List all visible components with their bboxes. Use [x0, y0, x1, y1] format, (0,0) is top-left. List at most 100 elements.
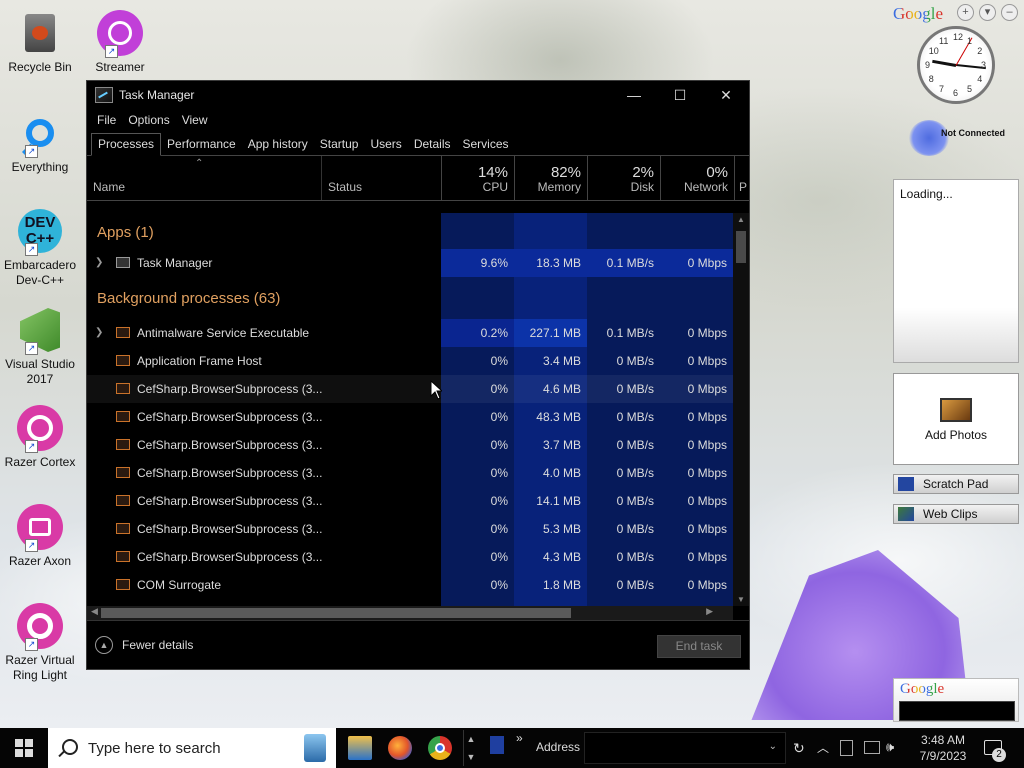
start-button[interactable]	[0, 728, 48, 768]
cpu-value: 0%	[490, 354, 508, 368]
taskbar-search-box[interactable]: Type here to search	[48, 728, 336, 768]
fewer-details-button[interactable]: ▲ Fewer details	[95, 636, 193, 654]
end-task-button[interactable]: End task	[657, 635, 741, 658]
table-row[interactable]: CefSharp.BrowserSubprocess (3... 0% 48.3 M…	[87, 403, 733, 431]
horizontal-scrollbar[interactable]: ◀ ▶	[87, 606, 733, 620]
table-row[interactable]: CefSharp.BrowserSubprocess (3... 0% 4.0 MB…	[87, 459, 733, 487]
loading-gadget: Loading...	[893, 179, 1019, 363]
table-row[interactable]: CefSharp.BrowserSubprocess (3... 0% 5.3 MB…	[87, 515, 733, 543]
firefox-icon[interactable]	[388, 736, 412, 760]
google-search-gadget: Google	[893, 678, 1019, 722]
gadget-menu-icon[interactable]: ▾	[979, 4, 996, 21]
column-power[interactable]: P	[734, 156, 751, 200]
expand-chevron-icon[interactable]: ❯	[95, 249, 103, 277]
disk-value: 0 MB/s	[616, 578, 654, 592]
tab-app-history[interactable]: App history	[242, 134, 314, 155]
google-search-input[interactable]	[899, 701, 1015, 721]
show-hidden-icons-chevron[interactable]: ︿	[817, 739, 829, 756]
column-memory[interactable]: 82% Memory	[514, 156, 587, 200]
table-row[interactable]: ❯ Antimalware Service Executable 0.2% 227.1…	[87, 319, 733, 347]
column-name[interactable]: ⌃ Name	[87, 156, 321, 200]
desktop-icon-label: Streamer	[95, 60, 145, 74]
chrome-icon[interactable]	[428, 736, 452, 760]
gadget-minimize-icon[interactable]: –	[1001, 4, 1018, 21]
expand-chevron-icon[interactable]: ❯	[95, 319, 103, 347]
network-value: 0 Mbps	[687, 578, 727, 592]
scroll-left-icon[interactable]: ◀	[91, 606, 98, 617]
taskbar-date: 7/9/2023	[919, 749, 967, 763]
column-status[interactable]: Status	[321, 156, 441, 200]
tab-processes[interactable]: Processes	[91, 133, 162, 156]
desktop-icon-razer-virtual-ring-light[interactable]: ↗ Razer Virtual Ring Light	[0, 601, 80, 683]
table-row[interactable]: CefSharp.BrowserSubprocess (3... 0% 4.6 MB…	[87, 375, 733, 403]
tab-services[interactable]: Services	[457, 134, 515, 155]
minimize-button[interactable]: —	[611, 81, 657, 109]
group-header-background: Background processes (63)	[97, 290, 281, 307]
desktop-icon-recycle-bin[interactable]: Recycle Bin	[0, 8, 80, 75]
table-row[interactable]: COM Surrogate 0% 1.8 MB 0 MB/s 0 Mbps	[87, 571, 733, 599]
scratch-pad-gadget[interactable]: Scratch Pad	[893, 474, 1019, 494]
shortcut-arrow-icon: ↗	[25, 440, 38, 453]
horizontal-scroll-thumb[interactable]	[101, 608, 571, 618]
google-gadget-logo: Google	[893, 4, 944, 23]
network-icon[interactable]	[864, 741, 880, 754]
toolbar-scroll-icon[interactable]: ▲ ▼	[463, 730, 478, 766]
disk-value: 0 MB/s	[616, 466, 654, 480]
scroll-up-icon[interactable]: ▲	[737, 215, 745, 224]
desktop-icon-everything[interactable]: ↗ Everything	[0, 108, 80, 175]
file-explorer-icon[interactable]	[348, 736, 372, 760]
web-clips-gadget[interactable]: Web Clips	[893, 504, 1019, 524]
clock-number: 11	[939, 35, 949, 46]
menu-options[interactable]: Options	[122, 113, 175, 127]
tab-performance[interactable]: Performance	[161, 134, 242, 155]
process-name: CefSharp.BrowserSubprocess (3...	[137, 466, 323, 480]
desktop-icon-razer-axon[interactable]: ↗ Razer Axon	[0, 502, 80, 569]
shortcut-arrow-icon: ↗	[105, 45, 118, 58]
refresh-icon[interactable]: ↻	[793, 740, 805, 757]
web-clips-icon	[898, 507, 914, 521]
memory-value: 3.4 MB	[542, 354, 581, 368]
vertical-scroll-thumb[interactable]	[736, 231, 746, 263]
scroll-right-icon[interactable]: ▶	[706, 606, 713, 617]
vertical-scrollbar[interactable]: ▲ ▼	[733, 213, 749, 606]
table-row[interactable]: ❯ Task Manager 9.6% 18.3 MB 0.1 MB/s 0 M…	[87, 249, 733, 277]
column-disk[interactable]: 2% Disk	[587, 156, 660, 200]
table-row[interactable]: CefSharp.BrowserSubprocess (3... 0% 4.3 MB…	[87, 543, 733, 571]
scroll-down-icon[interactable]: ▼	[737, 595, 745, 604]
clock-number: 9	[925, 60, 931, 70]
maximize-button[interactable]: ☐	[657, 81, 703, 109]
photos-gadget[interactable]: Add Photos	[893, 373, 1019, 465]
menu-view[interactable]: View	[176, 113, 214, 127]
disk-value: 0 MB/s	[616, 550, 654, 564]
desktop-icon-streamer[interactable]: ↗ Streamer	[80, 8, 160, 75]
process-icon	[116, 327, 130, 338]
table-row[interactable]: CefSharp.BrowserSubprocess (3... 0% 14.1 M…	[87, 487, 733, 515]
tab-details[interactable]: Details	[408, 134, 457, 155]
tab-startup[interactable]: Startup	[314, 134, 365, 155]
column-cpu[interactable]: 14% CPU	[441, 156, 514, 200]
chevron-down-icon[interactable]: ⌄	[769, 741, 777, 752]
toolbar-chevron-icon[interactable]: »	[516, 731, 523, 745]
quicklaunch-icon[interactable]	[490, 736, 504, 754]
tab-strip: Processes Performance App history Startu…	[87, 131, 749, 156]
gadget-add-icon[interactable]: +	[957, 4, 974, 21]
menu-file[interactable]: File	[91, 113, 122, 127]
tab-users[interactable]: Users	[364, 134, 407, 155]
table-row[interactable]: CefSharp.BrowserSubprocess (3... 0% 3.7 MB…	[87, 431, 733, 459]
desktop-icon-devcpp[interactable]: DEV C++ ↗ Embarcadero Dev-C++	[0, 206, 80, 288]
clock[interactable]: 3:48 AM 7/9/2023	[912, 732, 974, 764]
desktop-icon-razer-cortex[interactable]: ↗ Razer Cortex	[0, 403, 80, 470]
desktop-icon-visual-studio[interactable]: ↗ Visual Studio 2017	[0, 305, 80, 387]
table-row[interactable]: Application Frame Host 0% 3.4 MB 0 MB/s 0 Mb…	[87, 347, 733, 375]
title-bar[interactable]: Task Manager — ☐ ✕	[87, 81, 749, 109]
clock-number: 10	[928, 46, 939, 56]
task-manager-icon	[95, 87, 113, 103]
volume-icon[interactable]: 🕪	[886, 739, 894, 755]
column-network[interactable]: 0% Network	[660, 156, 734, 200]
network-value: 0 Mbps	[687, 326, 727, 340]
close-button[interactable]: ✕	[703, 81, 749, 109]
address-input[interactable]: ⌄	[584, 732, 786, 764]
memory-value: 4.6 MB	[542, 382, 581, 396]
tablet-icon[interactable]	[840, 740, 853, 756]
everything-search-icon: ↗	[15, 108, 65, 158]
